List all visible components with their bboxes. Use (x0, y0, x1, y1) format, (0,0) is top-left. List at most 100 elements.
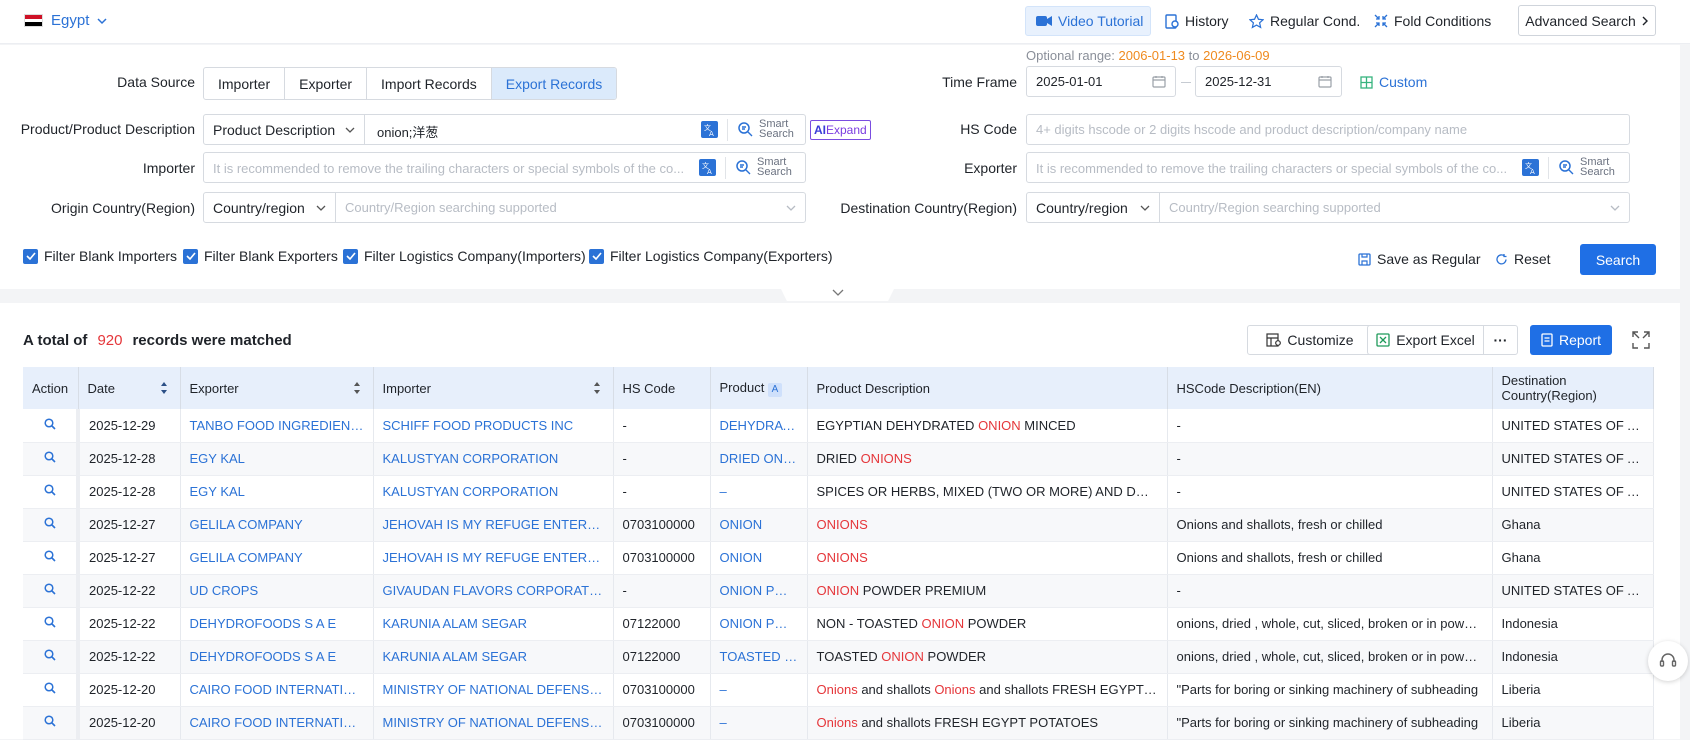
destination-country-type-select[interactable]: Country/region (1026, 192, 1160, 223)
exporter-link[interactable]: EGY KAL (180, 475, 374, 509)
product-input[interactable]: onion;洋葱 文A Smart Search (364, 114, 806, 145)
importer-link[interactable]: JEHOVAH IS MY REFUGE ENTERPRISES (373, 541, 614, 575)
product-type-select[interactable]: Product Description (203, 114, 365, 145)
save-as-regular-button[interactable]: Save as Regular (1358, 251, 1481, 267)
importer-link[interactable]: KARUNIA ALAM SEGAR (373, 640, 614, 674)
importer-link[interactable]: JEHOVAH IS MY REFUGE ENTERPRISES (373, 508, 614, 542)
importer-link[interactable]: KARUNIA ALAM SEGAR (373, 607, 614, 641)
translate-icon[interactable]: 文A (701, 121, 718, 138)
destination-country-select[interactable]: Country/Region searching supported (1159, 192, 1630, 223)
importer-link[interactable]: KALUSTYAN CORPORATION (373, 442, 614, 476)
importer-link[interactable]: SCHIFF FOOD PRODUCTS INC (373, 409, 614, 443)
exporter-input[interactable]: It is recommended to remove the trailing… (1026, 152, 1630, 183)
importer-link[interactable]: MINISTRY OF NATIONAL DEFENSE ... (373, 673, 614, 707)
exporter-link[interactable]: CAIRO FOOD INTERNATIONAL ... (180, 673, 374, 707)
filter-blank-exporters-checkbox[interactable]: Filter Blank Exporters (183, 248, 338, 264)
more-options-button[interactable]: ··· (1483, 325, 1518, 355)
action-cell (23, 475, 80, 509)
fullscreen-icon[interactable] (1632, 331, 1650, 349)
origin-country-select[interactable]: Country/Region searching supported (335, 192, 806, 223)
smart-search-button[interactable]: Smart Search (1558, 157, 1615, 178)
hs-code-label: HS Code (960, 121, 1017, 137)
date-from-input[interactable]: 2025-01-01 (1026, 66, 1176, 97)
view-detail-icon[interactable] (43, 715, 56, 727)
view-detail-icon[interactable] (43, 517, 56, 529)
importer-link[interactable]: GIVAUDAN FLAVORS CORPORATION (373, 574, 614, 608)
view-detail-icon[interactable] (43, 649, 56, 661)
col-date[interactable]: Date (78, 367, 181, 409)
exporter-link[interactable]: GELILA COMPANY (180, 541, 374, 575)
exporter-link[interactable]: UD CROPS (180, 574, 374, 608)
regular-cond-button[interactable]: Regular Cond. (1249, 6, 1360, 36)
ai-expand-button[interactable]: AI Expand (810, 120, 871, 140)
table-row: 2025-12-22 DEHYDROFOODS S A E KARUNIA ALAM… (23, 640, 1654, 674)
filter-logistics-importers-checkbox[interactable]: Filter Logistics Company(Importers) (343, 248, 586, 264)
view-detail-icon[interactable] (43, 550, 56, 562)
importer-link[interactable]: KALUSTYAN CORPORATION (373, 475, 614, 509)
filter-blank-importers-checkbox[interactable]: Filter Blank Importers (23, 248, 177, 264)
custom-button[interactable]: Custom (1360, 74, 1427, 90)
sort-icon[interactable] (160, 381, 168, 395)
exporter-link[interactable]: TANBO FOOD INGREDIENTS ... (180, 409, 374, 443)
search-button[interactable]: Search (1580, 244, 1656, 275)
translate-icon[interactable]: 文A (1522, 159, 1539, 176)
importer-input[interactable]: It is recommended to remove the trailing… (203, 152, 806, 183)
origin-country-type-select[interactable]: Country/region (203, 192, 336, 223)
tab-import-records[interactable]: Import Records (367, 68, 492, 99)
hs-code-placeholder: 4+ digits hscode or 2 digits hscode and … (1036, 122, 1468, 137)
view-detail-icon[interactable] (43, 682, 56, 694)
report-button[interactable]: Report (1530, 325, 1612, 355)
importer-link[interactable]: MINISTRY OF NATIONAL DEFENSE ... (373, 706, 614, 740)
tab-exporter[interactable]: Exporter (285, 68, 368, 99)
tab-export-records[interactable]: Export Records (491, 68, 617, 99)
product-link[interactable]: – (710, 706, 808, 740)
product-link[interactable]: DRIED ONIONS (710, 442, 808, 476)
product-link[interactable]: – (710, 475, 808, 509)
customer-service-button[interactable] (1648, 641, 1688, 681)
product-link[interactable]: DEHYDRATED ONION (710, 409, 808, 443)
exporter-link[interactable]: EGY KAL (180, 442, 374, 476)
customize-label: Customize (1287, 332, 1354, 348)
video-tutorial-button[interactable]: Video Tutorial (1025, 6, 1151, 36)
export-excel-button[interactable]: Export Excel (1367, 325, 1484, 355)
product-link[interactable]: ONION POWDER (710, 607, 808, 641)
product-link[interactable]: – (710, 673, 808, 707)
product-link[interactable]: ONION POWDER (710, 574, 808, 608)
advanced-search-button[interactable]: Advanced Search (1518, 5, 1656, 36)
exporter-link[interactable]: CAIRO FOOD INTERNATIONAL ... (180, 706, 374, 740)
fold-conditions-button[interactable]: Fold Conditions (1374, 6, 1491, 36)
view-detail-icon[interactable] (43, 583, 56, 595)
filter-logistics-exporters-checkbox[interactable]: Filter Logistics Company(Exporters) (589, 248, 833, 264)
translate-icon[interactable]: 文A (699, 159, 716, 176)
view-detail-icon[interactable] (43, 451, 56, 463)
smart-search-button[interactable]: Smart Search (735, 157, 792, 178)
reset-button[interactable]: Reset (1495, 251, 1551, 267)
country-selector[interactable]: Egypt (24, 12, 107, 29)
customize-button[interactable]: Customize (1247, 325, 1373, 355)
hscode-description-cell: "Parts for boring or sinking machinery o… (1167, 706, 1493, 740)
top-bar: Egypt Video Tutorial History Regular Con… (0, 0, 1690, 44)
collapse-handle[interactable] (780, 287, 895, 301)
table-row: 2025-12-28 EGY KAL KALUSTYAN CORPORATION - D… (23, 442, 1654, 476)
view-detail-icon[interactable] (43, 418, 56, 430)
col-importer[interactable]: Importer (373, 367, 614, 409)
exporter-link[interactable]: DEHYDROFOODS S A E (180, 607, 374, 641)
report-icon (1541, 333, 1553, 347)
product-link[interactable]: ONION (710, 508, 808, 542)
col-exporter[interactable]: Exporter (180, 367, 374, 409)
exporter-link[interactable]: DEHYDROFOODS S A E (180, 640, 374, 674)
view-detail-icon[interactable] (43, 616, 56, 628)
history-button[interactable]: History (1165, 6, 1229, 36)
product-link[interactable]: TOASTED ONION (710, 640, 808, 674)
sort-icon[interactable] (353, 381, 361, 395)
action-cell (23, 673, 80, 707)
sort-icon[interactable] (593, 381, 601, 395)
exporter-link[interactable]: GELILA COMPANY (180, 508, 374, 542)
date-to-input[interactable]: 2025-12-31 (1195, 66, 1342, 97)
product-link[interactable]: ONION (710, 541, 808, 575)
ai-badge-icon[interactable]: A (767, 382, 782, 397)
hs-code-input[interactable]: 4+ digits hscode or 2 digits hscode and … (1026, 114, 1630, 145)
view-detail-icon[interactable] (43, 484, 56, 496)
smart-search-button[interactable]: Smart Search (737, 119, 794, 140)
tab-importer[interactable]: Importer (204, 68, 286, 99)
